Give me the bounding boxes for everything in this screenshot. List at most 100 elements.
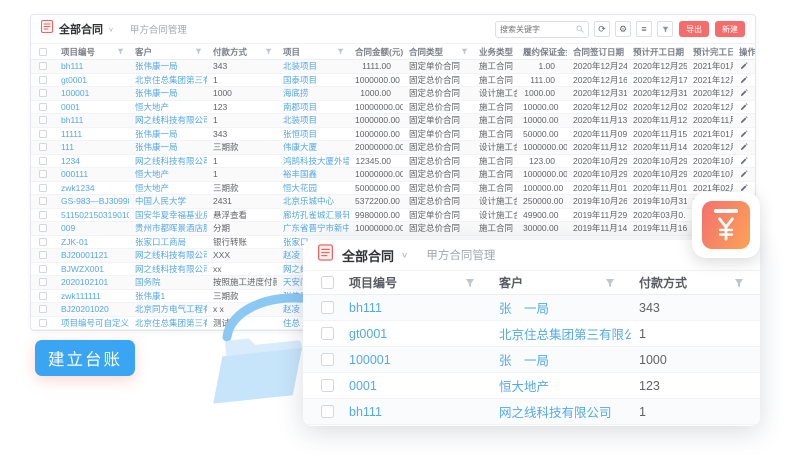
cell-link[interactable]: 张 一局 [491,298,631,317]
cell-link[interactable]: 中国人民大学 [129,195,207,207]
cell-link[interactable]: gt0001 [341,327,491,341]
cell-link[interactable]: 11111 [55,129,129,139]
cell-link[interactable]: bh111 [341,405,491,419]
cell-link[interactable]: 网之线科技有限公司 [129,155,207,167]
row-checkbox[interactable] [39,319,47,327]
row-checkbox[interactable] [39,238,47,246]
export-button[interactable]: 导出 [679,21,709,37]
ledger-fab[interactable] [692,192,760,258]
column-header[interactable]: 预计完工日期 [687,46,733,58]
cell-link[interactable]: 张伟康一局 [129,128,207,140]
row-checkbox[interactable] [321,379,334,392]
column-header[interactable]: 项目编号 [341,274,491,291]
cell-link[interactable]: 北京住总集团第三有限公司 [491,324,631,343]
column-header[interactable]: 操作 [733,46,755,58]
row-checkbox[interactable] [39,224,47,232]
create-button[interactable]: 新建 [715,21,745,37]
edit-button[interactable] [733,89,755,97]
row-checkbox[interactable] [39,184,47,192]
create-ledger-button[interactable]: 建立台账 [35,340,135,376]
cell-link[interactable]: 网之线科技有限公司 [129,114,207,126]
filter-icon[interactable] [117,48,124,55]
column-header[interactable]: 履约保证金金额(元 [517,46,567,58]
cell-link[interactable]: BJWZX001 [55,264,129,274]
chevron-down-icon[interactable]: ∨ [108,25,114,32]
cell-link[interactable]: 网之线科技有限公司 [491,402,631,421]
column-header[interactable]: 客户 [129,46,207,58]
row-checkbox[interactable] [321,327,334,340]
column-header[interactable]: 项目编号 [55,46,129,58]
cell-link[interactable]: 南郡项目 [277,101,349,113]
cell-link[interactable]: bh111 [341,301,491,315]
cell-link[interactable]: 1234 [55,156,129,166]
row-checkbox[interactable] [39,305,47,313]
column-header[interactable]: 付款方式 [631,274,760,291]
row-checkbox[interactable] [39,157,47,165]
cell-link[interactable]: 009 [55,223,129,233]
cell-link[interactable]: 111 [55,142,129,152]
filter-icon[interactable] [657,21,673,37]
cell-link[interactable]: 裕丰国鑫 [277,168,349,180]
cell-link[interactable]: 廊坊孔雀城汇景轩 [277,209,349,221]
cell-link[interactable]: 北京同方电气工程有限公司 [129,303,207,315]
column-header[interactable]: 项目 [277,46,349,58]
row-checkbox[interactable] [321,353,334,366]
cell-link[interactable]: 网之线科技有限公司 [129,249,207,261]
filter-icon[interactable] [461,48,468,55]
cell-link[interactable]: 0001 [55,102,129,112]
row-checkbox[interactable] [39,103,47,111]
cell-link[interactable]: 北装项目 [277,114,349,126]
cell-link[interactable]: ZJK-01 [55,237,129,247]
cell-link[interactable]: bh111 [55,61,129,71]
cell-link[interactable]: 张 一局 [491,350,631,369]
cell-link[interactable]: 张恒项目 [277,128,349,140]
row-checkbox[interactable] [321,405,334,418]
edit-button[interactable] [733,130,755,138]
edit-icon[interactable] [740,116,748,124]
cell-link[interactable]: 恒大花园 [277,182,349,194]
row-checkbox[interactable] [321,301,334,314]
filter-icon[interactable] [734,278,744,288]
cell-link[interactable]: zwk111111 [55,291,129,301]
filter-icon[interactable] [265,48,272,55]
cell-link[interactable]: 5115021503190101 [55,210,129,220]
edit-button[interactable] [733,103,755,111]
cell-link[interactable]: 100001 [341,353,491,367]
row-checkbox[interactable] [39,48,47,56]
cell-link[interactable]: 张伟康一局 [129,87,207,99]
row-checkbox[interactable] [39,130,47,138]
cell-link[interactable]: 贵州市都晖景酒店服务有… [129,222,207,234]
cell-link[interactable]: 100001 [55,88,129,98]
chevron-down-icon[interactable]: ∨ [401,251,408,260]
filter-icon[interactable] [465,278,475,288]
edit-icon[interactable] [740,184,748,192]
cell-link[interactable]: 张伟康一局 [129,141,207,153]
row-checkbox[interactable] [39,278,47,286]
cell-link[interactable]: zwk1234 [55,183,129,193]
cell-link[interactable]: 2020102101 [55,277,129,287]
edit-icon[interactable] [740,143,748,151]
edit-icon[interactable] [740,89,748,97]
row-checkbox[interactable] [39,76,47,84]
search-icon[interactable] [576,25,588,33]
row-checkbox[interactable] [39,197,47,205]
column-header[interactable]: 业务类型 [473,46,517,58]
filter-icon[interactable] [605,278,615,288]
cell-link[interactable]: 广东省晋宁市新中医医院… [277,222,349,234]
edit-button[interactable] [733,116,755,124]
cell-link[interactable]: 恒大地产 [129,182,207,194]
cell-link[interactable]: 恒大地产 [129,168,207,180]
cell-link[interactable]: BJ20001121 [55,250,129,260]
cell-link[interactable]: 国泰项目 [277,74,349,86]
edit-icon[interactable] [740,103,748,111]
edit-button[interactable] [733,157,755,165]
cell-link[interactable]: 网之线科技有限公司 [129,263,207,275]
cell-link[interactable]: 北装项目 [277,60,349,72]
cell-link[interactable]: GS-983—BJ30998 [55,196,129,206]
cell-link[interactable]: 张伟康一局 [129,60,207,72]
edit-icon[interactable] [740,170,748,178]
edit-icon[interactable] [740,76,748,84]
search-input[interactable] [496,25,576,34]
edit-button[interactable] [733,62,755,70]
row-checkbox[interactable] [39,62,47,70]
